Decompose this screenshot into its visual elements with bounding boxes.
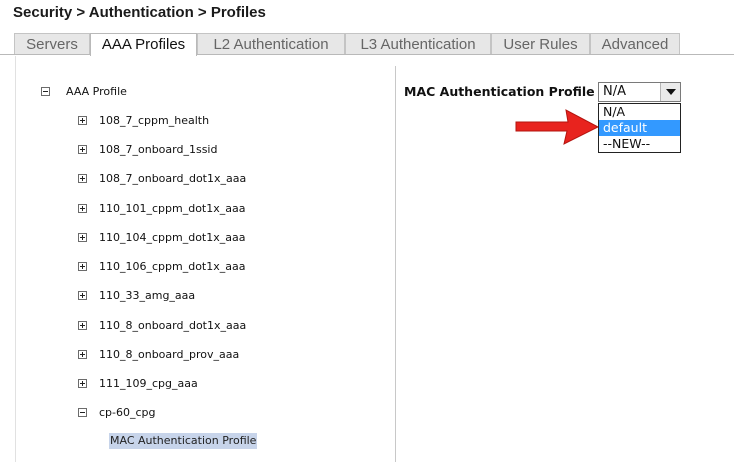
tab-user-rules[interactable]: User Rules xyxy=(491,33,590,54)
tree-item-label: 108_7_cppm_health xyxy=(99,114,210,127)
dropdown-arrow-icon[interactable] xyxy=(660,83,680,101)
tree-child-mac-auth-profile[interactable]: MAC Authentication Profile xyxy=(109,433,258,449)
tab-bar: Servers AAA Profiles L2 Authentication L… xyxy=(0,33,734,56)
expand-icon[interactable] xyxy=(78,262,87,271)
expand-icon[interactable] xyxy=(78,174,87,183)
expand-icon[interactable] xyxy=(78,116,87,125)
expand-icon[interactable] xyxy=(78,291,87,300)
mac-auth-profile-label: MAC Authentication Profile > xyxy=(404,84,610,99)
tab-advanced[interactable]: Advanced xyxy=(590,33,680,54)
tree-item-label: 110_8_onboard_dot1x_aaa xyxy=(99,319,247,332)
tree-item-label: 110_104_cppm_dot1x_aaa xyxy=(99,231,246,244)
expand-icon[interactable] xyxy=(78,233,87,242)
expand-icon[interactable] xyxy=(78,145,87,154)
tree-item-label: 110_101_cppm_dot1x_aaa xyxy=(99,202,246,215)
tree-item-label: 108_7_onboard_dot1x_aaa xyxy=(99,172,247,185)
expand-icon[interactable] xyxy=(78,350,87,359)
tab-servers[interactable]: Servers xyxy=(14,33,90,54)
expand-icon[interactable] xyxy=(78,321,87,330)
tree-item-label: 108_7_onboard_1ssid xyxy=(99,143,218,156)
expand-icon[interactable] xyxy=(78,204,87,213)
breadcrumb: Security > Authentication > Profiles xyxy=(13,4,266,21)
tab-l3-authentication[interactable]: L3 Authentication xyxy=(345,33,491,54)
panel-divider xyxy=(395,66,396,462)
tree-item-label: cp-60_cpg xyxy=(99,406,156,419)
dropdown-option-new[interactable]: --NEW-- xyxy=(599,136,680,152)
tree-panel-border xyxy=(15,56,16,462)
collapse-icon[interactable] xyxy=(41,87,50,96)
expand-icon[interactable] xyxy=(78,379,87,388)
mac-auth-profile-select[interactable]: N/A xyxy=(598,82,681,102)
tree-item-label: 110_8_onboard_prov_aaa xyxy=(99,348,240,361)
select-current-value: N/A xyxy=(603,84,626,99)
tree-item-label: 110_33_amg_aaa xyxy=(99,289,196,302)
tree-item-label: 110_106_cppm_dot1x_aaa xyxy=(99,260,246,273)
tab-l2-authentication[interactable]: L2 Authentication xyxy=(197,33,345,54)
tree-root-label: AAA Profile xyxy=(66,85,127,98)
tree-item-label: 111_109_cpg_aaa xyxy=(99,377,198,390)
tab-aaa-profiles[interactable]: AAA Profiles xyxy=(90,33,197,56)
dropdown-option-default[interactable]: default xyxy=(599,120,680,136)
dropdown-list: N/A default --NEW-- xyxy=(598,103,681,153)
dropdown-option-na[interactable]: N/A xyxy=(599,104,680,120)
collapse-icon[interactable] xyxy=(78,408,87,417)
red-arrow-icon xyxy=(515,109,598,145)
